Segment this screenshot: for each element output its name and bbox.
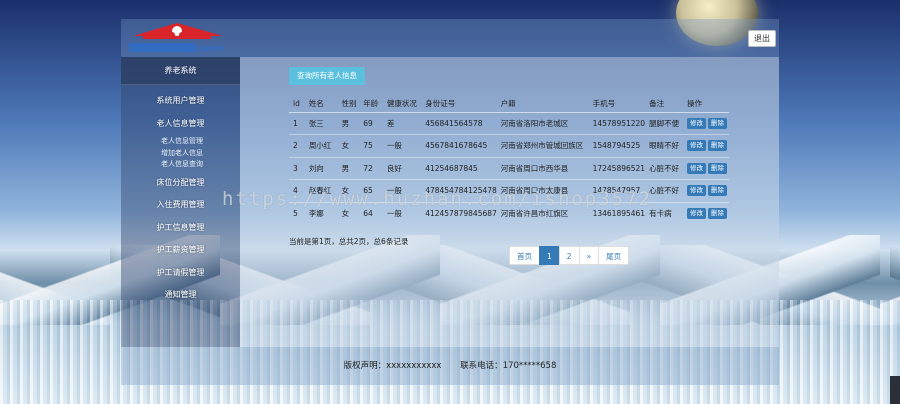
table-header-row: id 姓名 性别 年龄 健康状况 身份证号 户籍 手机号 备注 操作 [289, 95, 729, 113]
corner-widget [890, 376, 900, 404]
delete-button[interactable]: 删除 [708, 185, 727, 197]
page-last[interactable]: 尾页 [598, 246, 630, 265]
page-first[interactable]: 首页 [509, 246, 540, 265]
edit-button[interactable]: 修改 [687, 185, 706, 197]
table-cell: 良好 [382, 156, 422, 180]
pagination: 首页 1 2 » 尾页 [509, 246, 630, 265]
sidebar-item-notices[interactable]: 通知管理 [121, 284, 240, 307]
footer: 版权声明：xxxxxxxxxxx 联系电话：170*****658 [121, 347, 779, 385]
table-cell: 张三 [304, 111, 338, 135]
table-cell: 14578951220 [588, 111, 646, 135]
page-2[interactable]: 2 [558, 246, 580, 265]
table-cell: 4567841678645 [421, 134, 497, 157]
subnav-item-elder-query[interactable]: 老人信息查询 [161, 159, 240, 171]
col-header: 身份证号 [421, 95, 497, 113]
table-cell: 69 [359, 111, 383, 135]
table-cell: 女 [337, 134, 360, 157]
row-actions: 修改 删除 [683, 179, 729, 202]
logo-icon [129, 23, 223, 52]
table-cell: 一般 [382, 134, 422, 157]
table-cell: 72 [359, 156, 383, 180]
sidebar-brand: 养老系统 [121, 57, 240, 85]
table-cell: 刘向 [304, 156, 338, 180]
row-actions: 修改 删除 [683, 156, 729, 180]
table-cell: 1548794525 [588, 134, 646, 157]
delete-button[interactable]: 删除 [708, 162, 727, 174]
table-cell: 75 [359, 134, 383, 157]
sidebar-subnav: 老人信息管理 增加老人信息 老人信息查询 [121, 135, 240, 172]
table-cell: 456841564578 [421, 111, 497, 135]
sidebar-item-caregivers[interactable]: 护工信息管理 [121, 217, 240, 240]
table-cell: 3 [289, 156, 305, 180]
subnav-item-elder-add[interactable]: 增加老人信息 [161, 148, 240, 160]
footer-copyright: 版权声明：xxxxxxxxxxx [343, 361, 442, 371]
col-header: 备注 [645, 95, 683, 113]
delete-button[interactable]: 删除 [708, 208, 727, 219]
col-header: 性别 [337, 95, 360, 113]
table-cell: 差 [382, 111, 422, 135]
sidebar-item-elders[interactable]: 老人信息管理 [121, 113, 240, 136]
subnav-item-elder-manage[interactable]: 老人信息管理 [161, 136, 240, 148]
table-cell: 2 [289, 134, 305, 157]
col-header: 姓名 [304, 95, 338, 113]
table-cell: 河南省洛阳市老城区 [496, 111, 589, 135]
table-cell: 周小红 [304, 134, 338, 157]
sidebar-item-salary[interactable]: 护工薪资管理 [121, 239, 240, 262]
edit-button[interactable]: 修改 [687, 140, 706, 152]
table-cell: 河南省周口市西华县 [496, 156, 589, 180]
row-actions: 修改 删除 [683, 134, 729, 157]
record-info: 当前是第1页，总共2页，总6条记录 [289, 237, 409, 246]
logout-button[interactable]: 退出 [748, 30, 776, 47]
row-actions: 修改 删除 [683, 111, 729, 135]
table-cell: 河南省郑州市管城回族区 [496, 134, 589, 157]
table-cell: 17245896521 [588, 156, 646, 180]
query-all-elders-button[interactable]: 查询所有老人信息 [289, 67, 365, 85]
table-cell: 腿脚不便 [645, 111, 683, 135]
table-row: 3 刘向男 72 良好 41254687845 河南省周口市西华县 17245896521 心… [289, 156, 729, 180]
col-header: id [289, 95, 305, 113]
col-header: 年龄 [359, 95, 383, 113]
table-row: 1 张三男 69 差 456841564578 河南省洛阳市老城区 14578951220 腿… [289, 111, 729, 135]
table-cell: 男 [337, 156, 360, 180]
sidebar-item-leave[interactable]: 护工请假管理 [121, 262, 240, 285]
page-1[interactable]: 1 [539, 246, 560, 265]
footer-phone: 联系电话：170*****658 [460, 361, 557, 371]
page-next[interactable]: » [578, 246, 600, 265]
table-cell: 眼睛不好 [645, 134, 683, 157]
col-header: 户籍 [496, 95, 589, 113]
table-cell: 41254687845 [421, 156, 497, 180]
edit-button[interactable]: 修改 [687, 117, 706, 129]
watermark-text: https://www.huzhan.com/ishop3572 [222, 188, 653, 210]
table-cell: 男 [337, 111, 360, 135]
col-header: 健康状况 [382, 95, 422, 113]
row-actions: 修改 删除 [683, 201, 729, 225]
delete-button[interactable]: 删除 [708, 140, 727, 152]
table-cell: 1 [289, 111, 305, 135]
table-row: 2 周小红女 75 一般 4567841678645 河南省郑州市管城回族区 1548794… [289, 134, 729, 157]
col-header: 操作 [683, 95, 729, 113]
table-cell: 心脏不好 [645, 156, 683, 180]
sidebar-item-users[interactable]: 系统用户管理 [121, 90, 240, 113]
edit-button[interactable]: 修改 [687, 162, 706, 174]
delete-button[interactable]: 删除 [708, 117, 727, 129]
col-header: 手机号 [588, 95, 646, 113]
edit-button[interactable]: 修改 [687, 208, 706, 219]
